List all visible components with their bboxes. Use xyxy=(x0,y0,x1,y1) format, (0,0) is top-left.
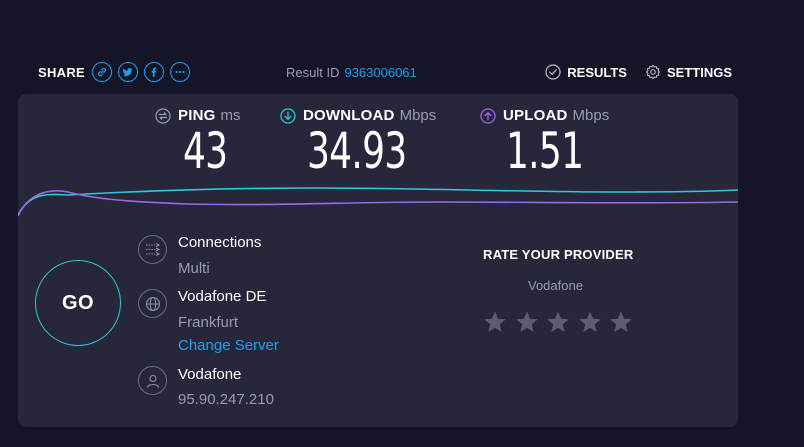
rate-provider-title: RATE YOUR PROVIDER xyxy=(483,247,634,262)
share-bar: SHARE xyxy=(38,58,196,86)
settings-link[interactable]: SETTINGS xyxy=(645,64,732,80)
speed-graph xyxy=(18,187,738,217)
top-bar: SHARE Result ID 9363006061 RESULTS SETTI… xyxy=(0,58,804,86)
globe-icon xyxy=(138,289,167,318)
results-link[interactable]: RESULTS xyxy=(545,64,627,80)
go-button[interactable]: GO xyxy=(35,260,121,346)
download-arrow-icon xyxy=(280,107,296,124)
star-2-icon[interactable] xyxy=(515,310,539,334)
settings-label: SETTINGS xyxy=(666,64,732,80)
upload-value: 1.51 xyxy=(506,122,584,180)
server-name: Vodafone DE xyxy=(178,288,267,305)
link-icon[interactable] xyxy=(92,62,113,82)
connections-value: Multi xyxy=(178,260,210,277)
server-location: Frankfurt xyxy=(178,314,239,331)
more-icon[interactable] xyxy=(170,62,191,82)
change-server-link[interactable]: Change Server xyxy=(178,337,279,354)
provider-name: Vodafone xyxy=(178,366,242,383)
ping-icon xyxy=(155,107,171,124)
rate-provider-name: Vodafone xyxy=(528,278,583,293)
star-rating xyxy=(483,310,641,334)
connections-icon xyxy=(138,235,167,264)
user-icon xyxy=(138,366,167,395)
download-value: 34.93 xyxy=(307,122,407,180)
twitter-icon[interactable] xyxy=(118,62,139,82)
star-3-icon[interactable] xyxy=(546,310,570,334)
share-label: SHARE xyxy=(38,64,86,80)
connections-title: Connections xyxy=(178,234,262,251)
upload-arrow-icon xyxy=(480,107,496,124)
result-id-link[interactable]: 9363006061 xyxy=(344,65,416,80)
result-id: Result ID 9363006061 xyxy=(286,58,417,86)
results-label: RESULTS xyxy=(567,64,627,80)
results-panel: PING ms 43 DOWNLOAD Mbps 34.93 UPLOAD Mb… xyxy=(18,94,738,427)
gear-icon xyxy=(645,64,661,80)
facebook-icon[interactable] xyxy=(144,62,165,82)
check-circle-icon xyxy=(545,64,561,80)
top-links: RESULTS SETTINGS xyxy=(527,58,732,86)
star-4-icon[interactable] xyxy=(578,310,602,334)
star-1-icon[interactable] xyxy=(483,310,507,334)
result-id-label: Result ID xyxy=(286,64,340,80)
upload-speed-line xyxy=(18,190,738,217)
star-5-icon[interactable] xyxy=(609,310,633,334)
provider-ip: 95.90.247.210 xyxy=(178,391,274,408)
ping-value: 43 xyxy=(183,122,228,180)
